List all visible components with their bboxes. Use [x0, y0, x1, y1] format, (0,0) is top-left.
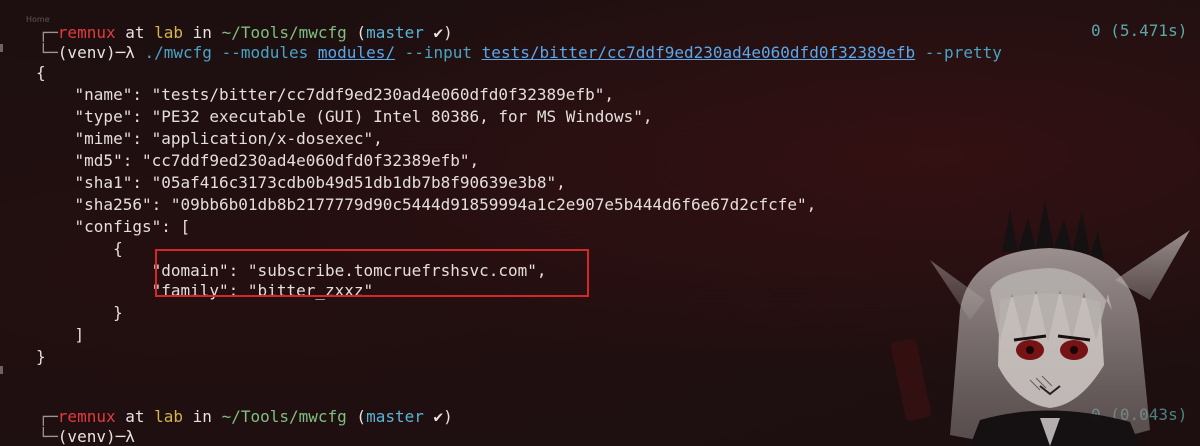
command-status: 0 (5.471s): [1091, 21, 1188, 40]
command-arg-modules: --modules: [211, 43, 318, 62]
terminal-window[interactable]: Home ┌─remnux at lab in ~/Tools/mwcfg (m…: [0, 0, 1200, 446]
command-bar: └─: [38, 427, 58, 446]
json-line: "sha1": "05af416c3173cdb0b49d51db1db7b8f…: [36, 173, 566, 192]
background-character-illustration: [890, 200, 1190, 446]
json-line: {: [36, 63, 46, 82]
venv-indicator: (venv): [57, 43, 116, 62]
json-line: "name": "tests/bitter/cc7ddf9ed230ad4e06…: [36, 85, 614, 104]
config-highlight-box: [155, 249, 589, 297]
lambda-prompt: ─λ: [115, 43, 145, 62]
command-bar: └─: [38, 43, 58, 62]
json-line: }: [36, 347, 46, 366]
json-line: "mime": "application/x-dosexec",: [36, 129, 383, 148]
prompt-line-2: ┌─remnux at lab in ~/Tools/mwcfg (master…: [0, 384, 453, 426]
command-arg-pretty: --pretty: [915, 43, 1002, 62]
venv-indicator: (venv): [57, 427, 116, 446]
command-modules-path[interactable]: modules/: [318, 43, 395, 62]
command-line-1[interactable]: └─(venv)─λ ./mwcfg --modules modules/ --…: [0, 20, 1200, 62]
lambda-prompt: ─λ: [115, 427, 135, 446]
json-line: "configs": [: [36, 217, 191, 236]
command-input-path[interactable]: tests/bitter/cc7ddf9ed230ad4e060dfd0f323…: [482, 43, 915, 62]
prompt-line-1: ┌─remnux at lab in ~/Tools/mwcfg (master…: [0, 0, 453, 42]
json-line: "sha256": "09bb6b01db8b2177779d90c5444d9…: [36, 195, 817, 214]
json-line: {: [36, 239, 123, 258]
json-line: }: [36, 303, 123, 322]
json-line: "md5": "cc7ddf9ed230ad4e060dfd0f32389efb…: [36, 151, 480, 170]
command-program: ./mwcfg: [144, 43, 212, 62]
left-rail-marker: [0, 366, 3, 374]
json-line: ]: [36, 325, 85, 344]
left-rail-marker: [0, 44, 3, 52]
command-arg-input: --input: [394, 43, 482, 62]
json-line: "type": "PE32 executable (GUI) Intel 803…: [36, 107, 653, 126]
